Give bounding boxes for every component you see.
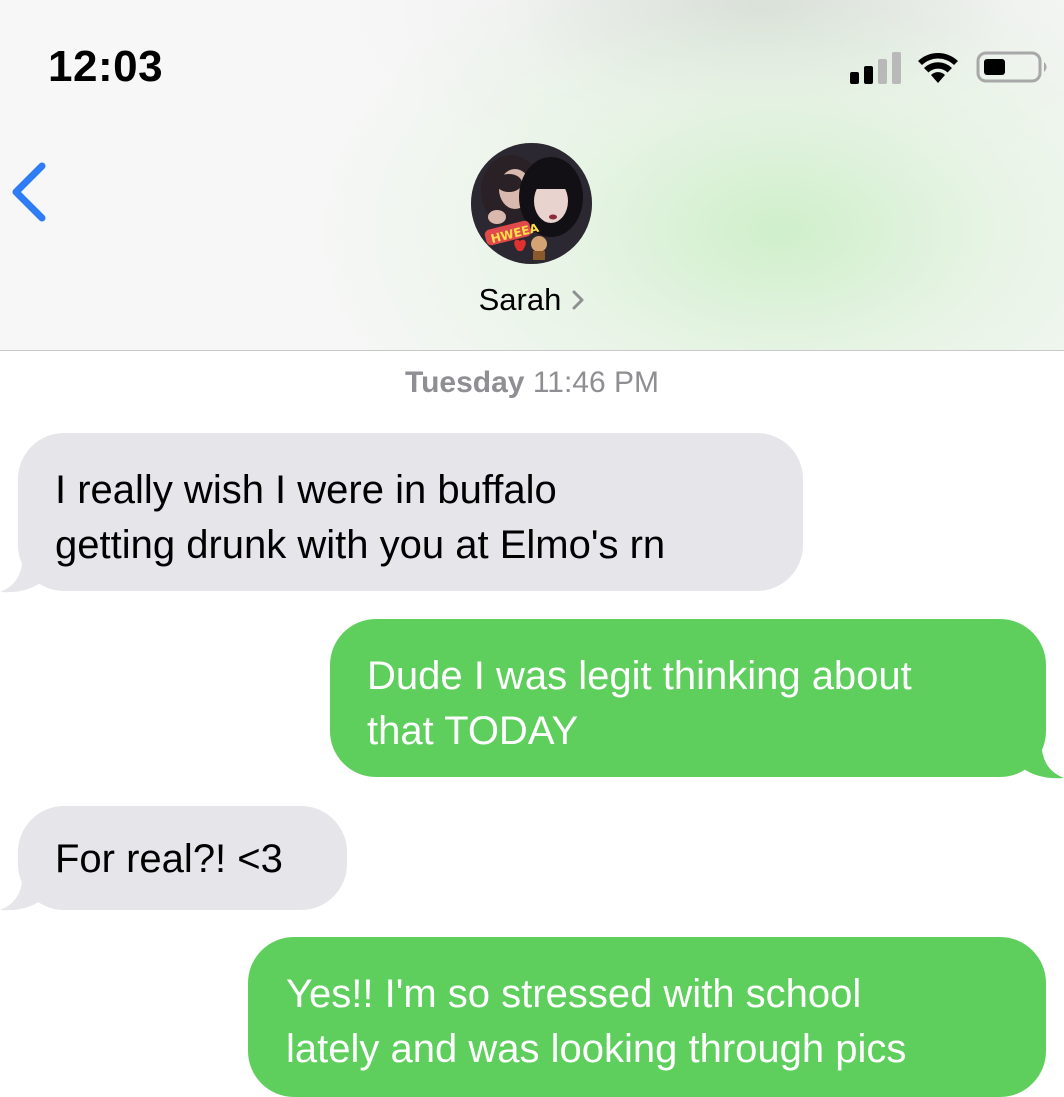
conversation-header: 12:03 HWEEA Sarah	[0, 0, 1064, 351]
message-text: Yes!! I'm so stressed with school lately…	[286, 972, 907, 1071]
cellular-signal-icon	[850, 50, 904, 84]
contact-name-button[interactable]: Sarah	[0, 280, 1064, 318]
incoming-message-bubble[interactable]: For real?! <3	[18, 806, 347, 910]
outgoing-message-bubble[interactable]: Yes!! I'm so stressed with school lately…	[248, 937, 1046, 1097]
bubble-tail	[1018, 734, 1064, 779]
contact-name: Sarah	[478, 281, 562, 317]
message-text: Dude I was legit thinking about that TOD…	[367, 654, 912, 753]
contact-photo-icon: HWEEA	[471, 143, 592, 264]
timestamp-day: Tuesday	[404, 366, 525, 399]
timestamp-time: 11:46 PM	[532, 366, 660, 399]
wifi-icon	[918, 53, 958, 83]
outgoing-message-bubble[interactable]: Dude I was legit thinking about that TOD…	[330, 619, 1046, 777]
incoming-message-bubble[interactable]: I really wish I were in buffalo getting …	[18, 433, 803, 591]
status-bar-time: 12:03	[48, 42, 164, 91]
bubble-tail	[0, 548, 46, 593]
message-text: For real?! <3	[55, 837, 283, 881]
battery-icon	[976, 51, 1047, 83]
back-button[interactable]	[6, 160, 50, 224]
bubble-tail	[0, 866, 46, 911]
contact-avatar[interactable]: HWEEA	[471, 143, 592, 264]
message-text: I really wish I were in buffalo getting …	[55, 468, 666, 567]
message-timestamp: Tuesday 11:46 PM	[0, 366, 1064, 400]
chevron-right-icon	[572, 290, 584, 310]
